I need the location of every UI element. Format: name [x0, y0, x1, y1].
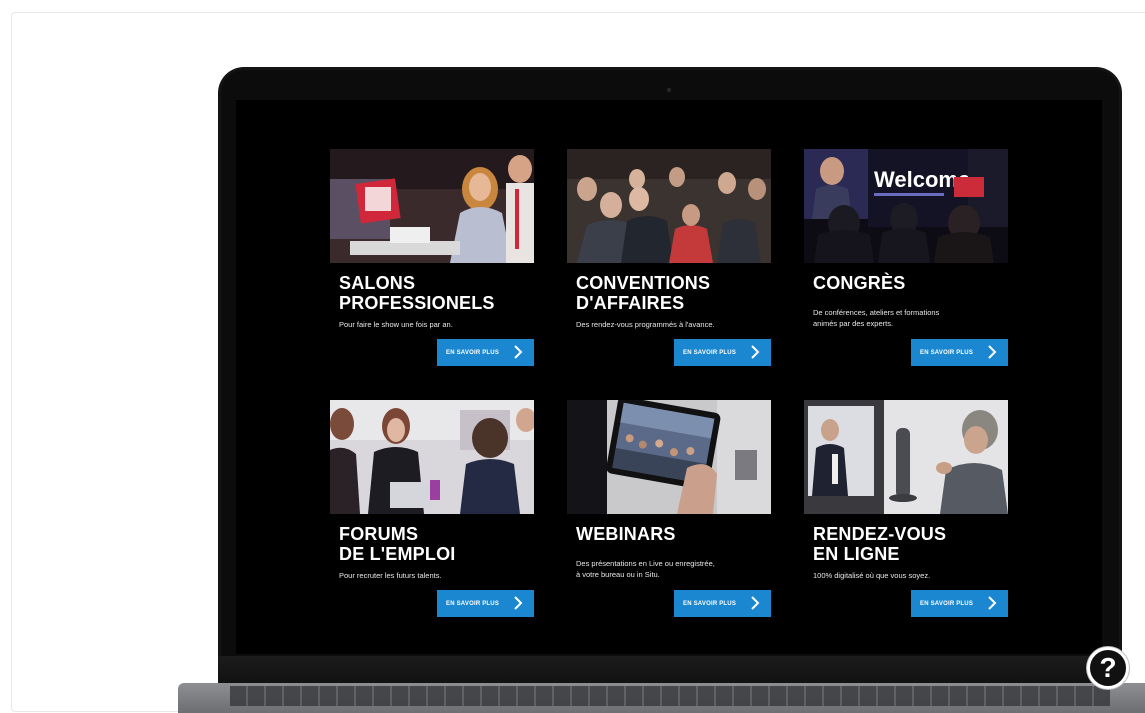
card-salons-professionels: SALONS PROFESSIONELS Pour faire le show … [330, 149, 534, 371]
photo-business-meeting [567, 149, 771, 263]
chevron-right-icon [988, 596, 997, 610]
card-webinars: WEBINARS Des présentations en Live ou en… [567, 400, 771, 622]
button-label: EN SAVOIR PLUS [446, 600, 500, 607]
button-label: EN SAVOIR PLUS [920, 349, 974, 356]
card-forums-emploi: FORUMS DE L'EMPLOI Pour recruter les fut… [330, 400, 534, 622]
card-title: SALONS PROFESSIONELS [339, 273, 495, 313]
laptop-keyboard [230, 686, 1110, 706]
photo-conference-stage: Welcome [804, 149, 1008, 263]
card-description: De conférences, ateliers et formations a… [813, 308, 940, 328]
card-rendez-vous-en-ligne: RENDEZ-VOUS EN LIGNE 100% digitalisé où … [804, 400, 1008, 622]
card-description: Des rendez-vous programmés à l'avance. [576, 320, 715, 329]
card-description: Pour faire le show une fois par an. [339, 320, 453, 329]
card-title: RENDEZ-VOUS EN LIGNE [813, 524, 947, 564]
photo-trade-show [330, 149, 534, 263]
photo-job-fair [330, 400, 534, 514]
card-conventions-affaires: CONVENTIONS D'AFFAIRES Des rendez-vous p… [567, 149, 771, 371]
button-label: EN SAVOIR PLUS [683, 600, 737, 607]
card-title: WEBINARS [576, 524, 676, 544]
en-savoir-plus-button[interactable]: EN SAVOIR PLUS [437, 339, 534, 366]
laptop-chin [218, 656, 1122, 684]
question-mark-icon: ? [1099, 652, 1117, 683]
en-savoir-plus-button[interactable]: EN SAVOIR PLUS [437, 590, 534, 617]
button-label: EN SAVOIR PLUS [920, 600, 974, 607]
help-button[interactable]: ? [1087, 647, 1129, 689]
card-description: Pour recruter les futurs talents. [339, 571, 442, 580]
en-savoir-plus-button[interactable]: EN SAVOIR PLUS [674, 339, 771, 366]
button-label: EN SAVOIR PLUS [446, 349, 500, 356]
chevron-right-icon [751, 345, 760, 359]
en-savoir-plus-button[interactable]: EN SAVOIR PLUS [674, 590, 771, 617]
card-title: FORUMS DE L'EMPLOI [339, 524, 456, 564]
chevron-right-icon [514, 596, 523, 610]
button-label: EN SAVOIR PLUS [683, 349, 737, 356]
en-savoir-plus-button[interactable]: EN SAVOIR PLUS [911, 590, 1008, 617]
chevron-right-icon [751, 596, 760, 610]
chevron-right-icon [514, 345, 523, 359]
card-congres: Welcome CONGRÈS De conférences, ateliers… [804, 149, 1008, 371]
chevron-right-icon [988, 345, 997, 359]
card-title: CONVENTIONS D'AFFAIRES [576, 273, 711, 313]
card-description: Des présentations en Live ou enregistrée… [576, 559, 715, 579]
card-description: 100% digitalisé où que vous soyez. [813, 571, 931, 580]
photo-tablet-stream [567, 400, 771, 514]
photo-video-call [804, 400, 1008, 514]
camera-dot [667, 88, 671, 92]
card-title: CONGRÈS [813, 273, 906, 293]
en-savoir-plus-button[interactable]: EN SAVOIR PLUS [911, 339, 1008, 366]
